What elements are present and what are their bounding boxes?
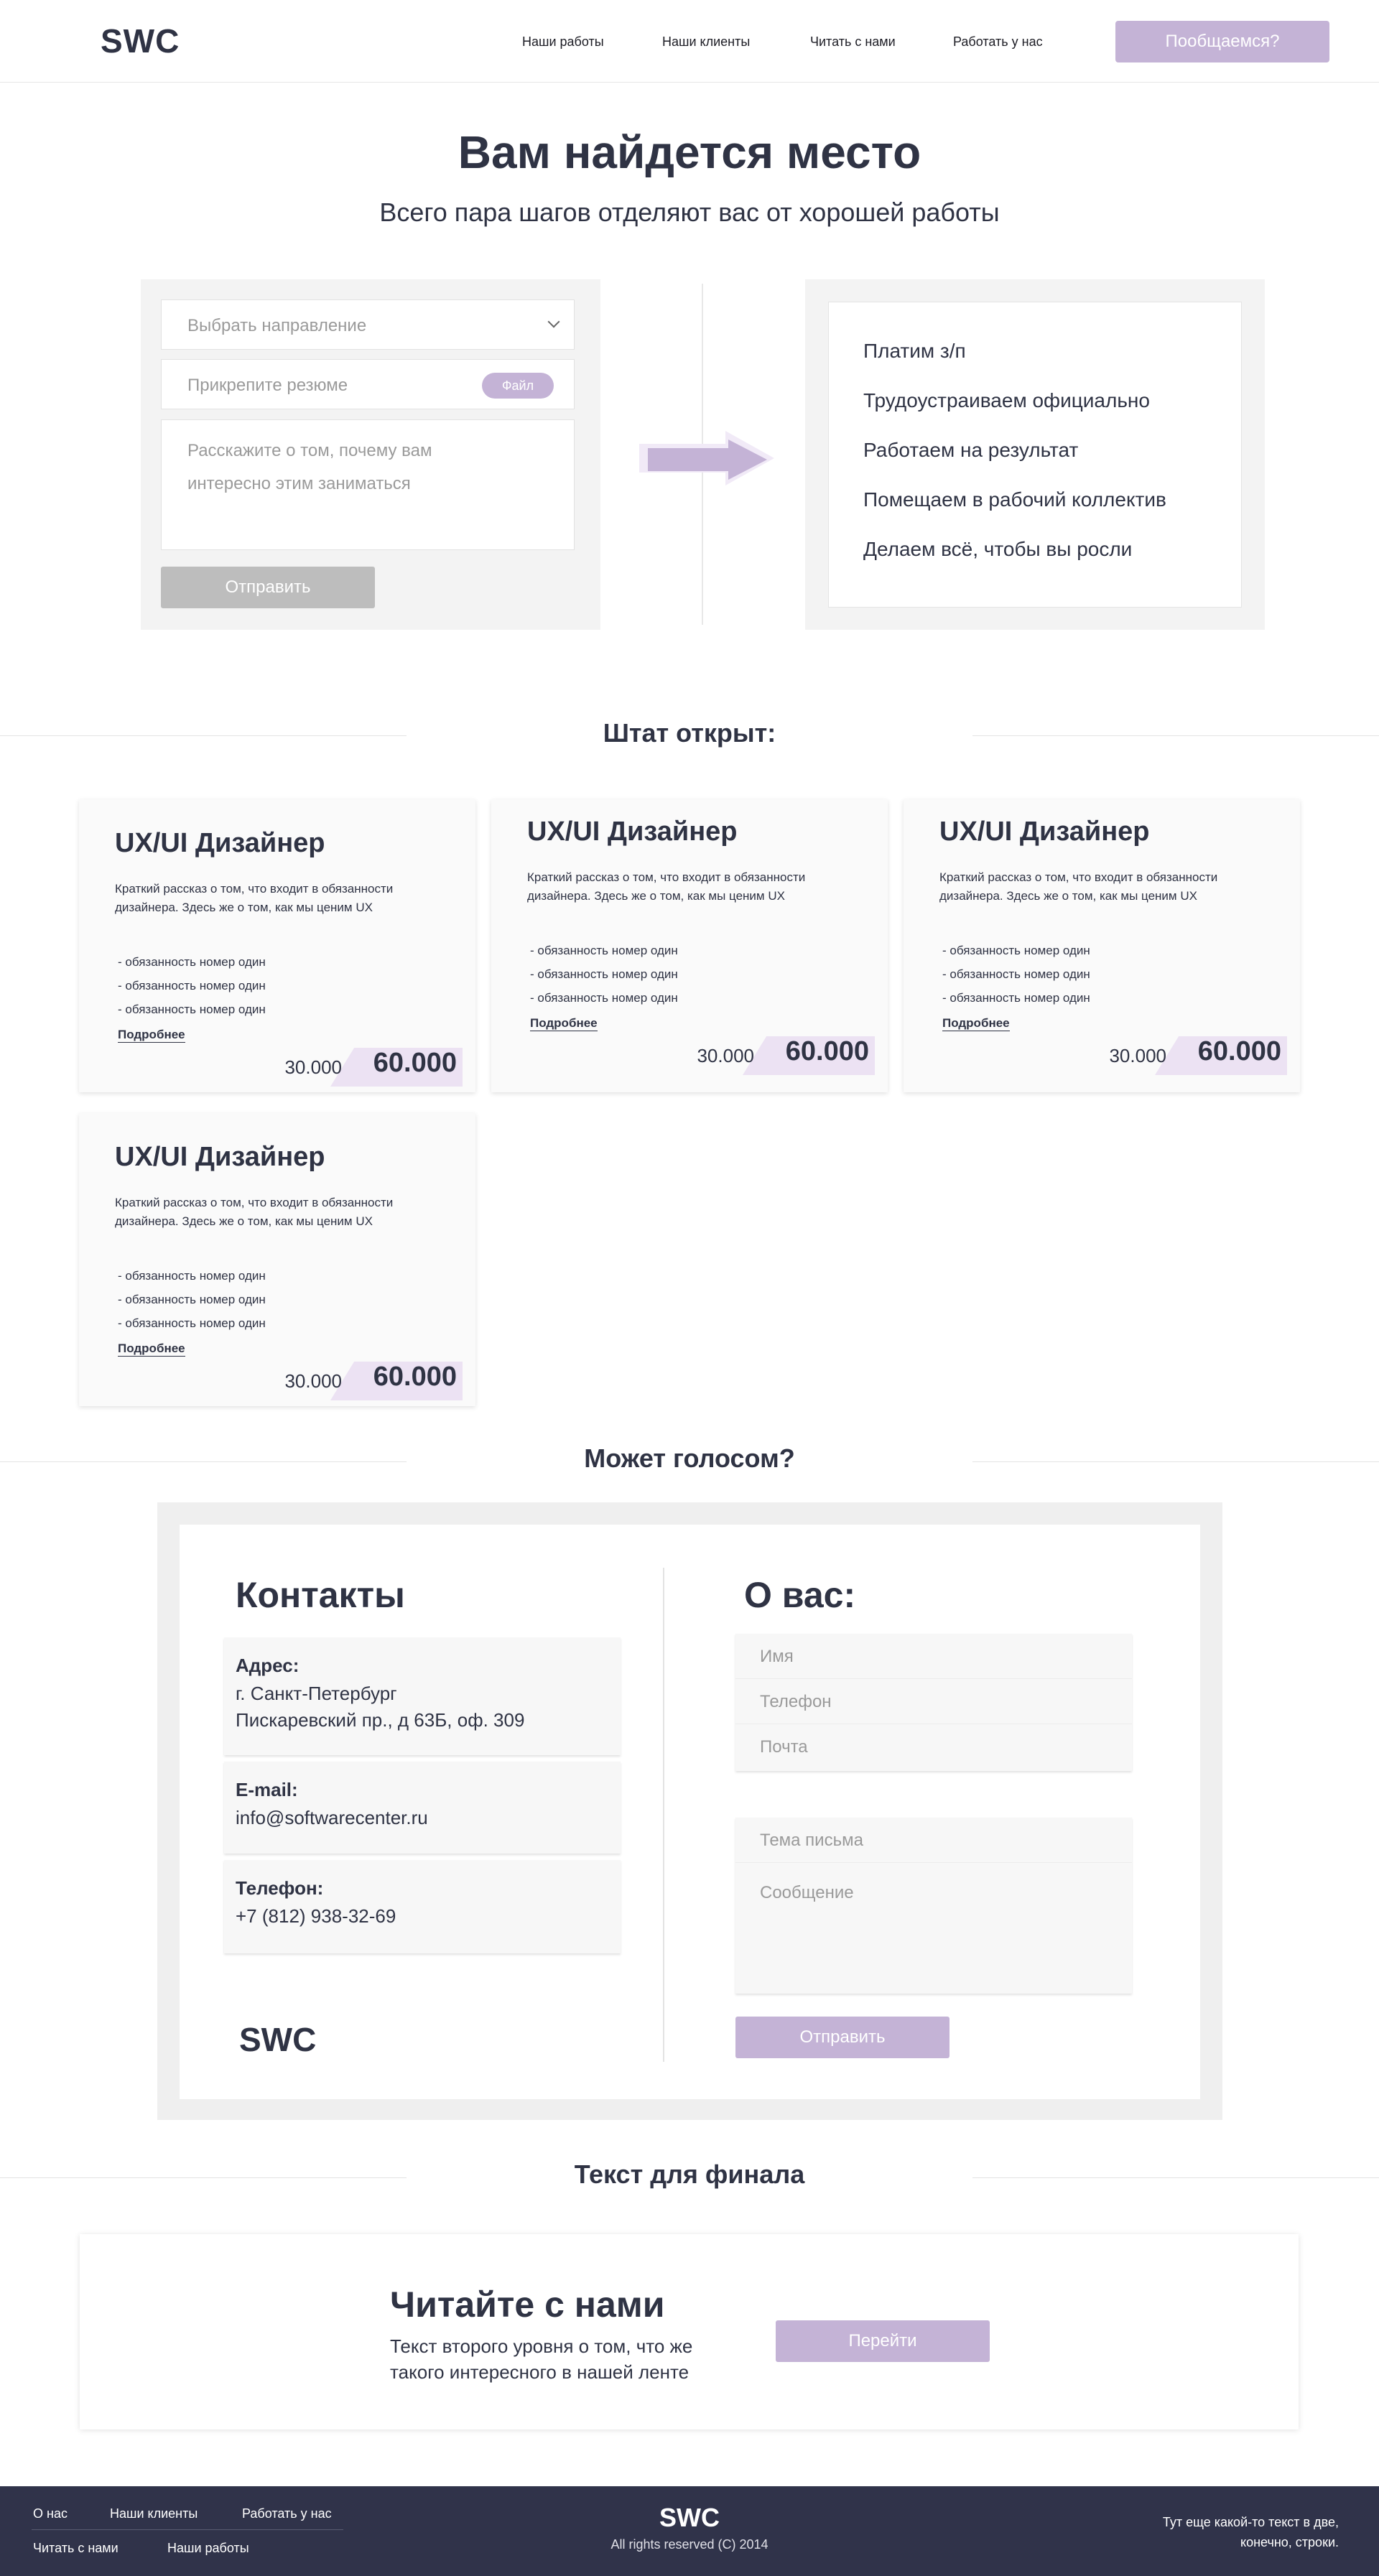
final-section-title: Текст для финала (574, 2159, 805, 2189)
address-label: Адрес: (236, 1655, 300, 1676)
subject-input[interactable]: Тема письма (735, 1818, 1132, 1863)
subject-placeholder: Тема письма (760, 1831, 863, 1850)
file-button[interactable]: Файл (482, 373, 554, 399)
resume-upload-field[interactable]: Прикрепите резюме Файл (161, 359, 575, 409)
duty-item: - обязанность номер один (942, 967, 1090, 981)
vacancy-title: UX/UI Дизайнер (527, 817, 738, 847)
duty-item: - обязанность номер один (118, 1293, 266, 1306)
benefit-item: Платим з/п (863, 340, 966, 362)
nav-link-read-with-us[interactable]: Читать с нами (810, 34, 896, 50)
phone-value[interactable]: +7 (812) 938-32-69 (236, 1903, 396, 1930)
price-max: 60.000 (1197, 1036, 1281, 1066)
price-min: 30.000 (284, 1370, 342, 1392)
price-min: 30.000 (697, 1045, 754, 1066)
message-fields-group: Тема письма Сообщение (735, 1818, 1132, 1994)
nav-link-our-works[interactable]: Наши работы (522, 34, 604, 50)
benefit-item: Трудоустраиваем официально (863, 389, 1150, 411)
direction-select-placeholder: Выбрать направление (187, 316, 367, 335)
duty-item: - обязанность номер один (118, 1269, 266, 1283)
benefit-item: Помещаем в рабочий коллектив (863, 488, 1166, 511)
direction-select[interactable]: Выбрать направление (161, 299, 575, 350)
more-link[interactable]: Подробнее (942, 1016, 1010, 1031)
hero-subtitle: Всего пара шагов отделяют вас от хорошей… (379, 197, 1000, 227)
duty-list: - обязанность номер один - обязанность н… (118, 950, 266, 1021)
motivation-textarea[interactable]: Расскажите о том, почему вам интересно э… (161, 419, 575, 550)
address-line: Пискаревский пр., д 63Б, оф. 309 (236, 1709, 525, 1731)
vacancy-card: UX/UI Дизайнер Краткий рассказ о том, чт… (904, 799, 1300, 1092)
duty-item: - обязанность номер один (530, 967, 678, 981)
vacancy-card: UX/UI Дизайнер Краткий рассказ о том, чт… (491, 799, 888, 1092)
vertical-divider (663, 1568, 664, 2062)
duty-list: - обязанность номер один - обязанность н… (530, 939, 678, 1010)
more-link[interactable]: Подробнее (118, 1028, 185, 1043)
address-block: Адрес: г. Санкт-Петербург Пискаревский п… (224, 1637, 621, 1755)
price-max: 60.000 (373, 1362, 457, 1392)
resume-placeholder: Прикрепите резюме (187, 376, 348, 395)
email-label: E-mail: (236, 1779, 298, 1800)
vacancy-description: Краткий рассказ о том, что входит в обяз… (527, 870, 806, 903)
about-title: О вас: (744, 1575, 856, 1615)
duty-item: - обязанность номер один (118, 1316, 266, 1330)
email-block: E-mail: info@softwarecenter.ru (224, 1762, 621, 1854)
chat-cta-button[interactable]: Пообщаемся? (1115, 21, 1329, 62)
address-line: г. Санкт-Петербург (236, 1683, 397, 1704)
contact-logo: SWC (239, 2021, 317, 2058)
name-input[interactable]: Имя (735, 1634, 1132, 1679)
hero-title: Вам найдется место (458, 126, 921, 178)
duty-item: - обязанность номер один (942, 991, 1090, 1005)
chevron-down-icon (547, 315, 560, 328)
vacancy-title: UX/UI Дизайнер (939, 817, 1150, 847)
vacancy-card: UX/UI Дизайнер Краткий рассказ о том, чт… (79, 799, 475, 1092)
vacancy-title: UX/UI Дизайнер (115, 1142, 325, 1172)
name-placeholder: Имя (760, 1647, 794, 1666)
email-value[interactable]: info@softwarecenter.ru (236, 1805, 428, 1831)
phone-input[interactable]: Телефон (735, 1679, 1132, 1724)
price-min: 30.000 (1109, 1045, 1166, 1066)
vacancy-description: Краткий рассказ о том, что входит в обяз… (939, 870, 1218, 903)
footer-note: Тут еще какой-то текст в две, конечно, с… (1162, 2515, 1339, 2549)
phone-label: Телефон: (236, 1877, 324, 1899)
personal-fields-group: Имя Телефон Почта (735, 1634, 1132, 1771)
duty-item: - обязанность номер один (530, 991, 678, 1005)
vacancy-title: UX/UI Дизайнер (115, 828, 325, 858)
contact-submit-button[interactable]: Отправить (735, 2017, 949, 2058)
duty-list: - обязанность номер один - обязанность н… (942, 939, 1090, 1010)
read-with-us-card (80, 2234, 1299, 2429)
phone-placeholder: Телефон (760, 1692, 832, 1711)
phone-block: Телефон: +7 (812) 938-32-69 (224, 1860, 621, 1953)
read-with-us-description: Текст второго уровня о том, что же таког… (390, 2335, 693, 2383)
vacancies-title: Штат открыт: (603, 718, 776, 748)
duty-item: - обязанность номер один (530, 944, 678, 957)
voice-section-title: Может голосом? (584, 1443, 795, 1473)
duty-list: - обязанность номер один - обязанность н… (118, 1264, 266, 1335)
price-max: 60.000 (785, 1036, 869, 1066)
duty-item: - обязанность номер один (118, 979, 266, 992)
message-textarea[interactable]: Сообщение (735, 1863, 1132, 1992)
vacancy-description: Краткий рассказ о том, что входит в обяз… (115, 882, 394, 914)
more-link[interactable]: Подробнее (118, 1342, 185, 1357)
duty-item: - обязанность номер один (118, 1003, 266, 1016)
benefits-list: Платим з/п Трудоустраиваем официально Ра… (828, 302, 1242, 608)
nav-link-our-clients[interactable]: Наши клиенты (662, 34, 750, 50)
message-placeholder: Сообщение (760, 1883, 854, 1902)
vacancy-card: UX/UI Дизайнер Краткий рассказ о том, чт… (79, 1113, 475, 1406)
contacts-title: Контакты (236, 1575, 405, 1615)
duty-item: - обязанность номер один (118, 955, 266, 969)
vacancy-description: Краткий рассказ о том, что входит в обяз… (115, 1196, 394, 1228)
price-min: 30.000 (284, 1056, 342, 1078)
go-button[interactable]: Перейти (776, 2320, 990, 2362)
nav-link-work-with-us[interactable]: Работать у нас (953, 34, 1043, 50)
logo[interactable]: SWC (101, 22, 180, 60)
read-with-us-title: Читайте с нами (390, 2284, 665, 2325)
benefit-item: Делаем всё, чтобы вы росли (863, 538, 1133, 560)
more-link[interactable]: Подробнее (530, 1016, 598, 1031)
email-input[interactable]: Почта (735, 1724, 1132, 1770)
benefit-item: Работаем на результат (863, 439, 1079, 461)
price-max: 60.000 (373, 1048, 457, 1078)
email-placeholder: Почта (760, 1737, 808, 1757)
arrow-right-icon (639, 431, 774, 485)
duty-item: - обязанность номер один (942, 944, 1090, 957)
motivation-placeholder: Расскажите о том, почему вам интересно э… (187, 441, 432, 493)
apply-submit-button[interactable]: Отправить (161, 567, 375, 608)
